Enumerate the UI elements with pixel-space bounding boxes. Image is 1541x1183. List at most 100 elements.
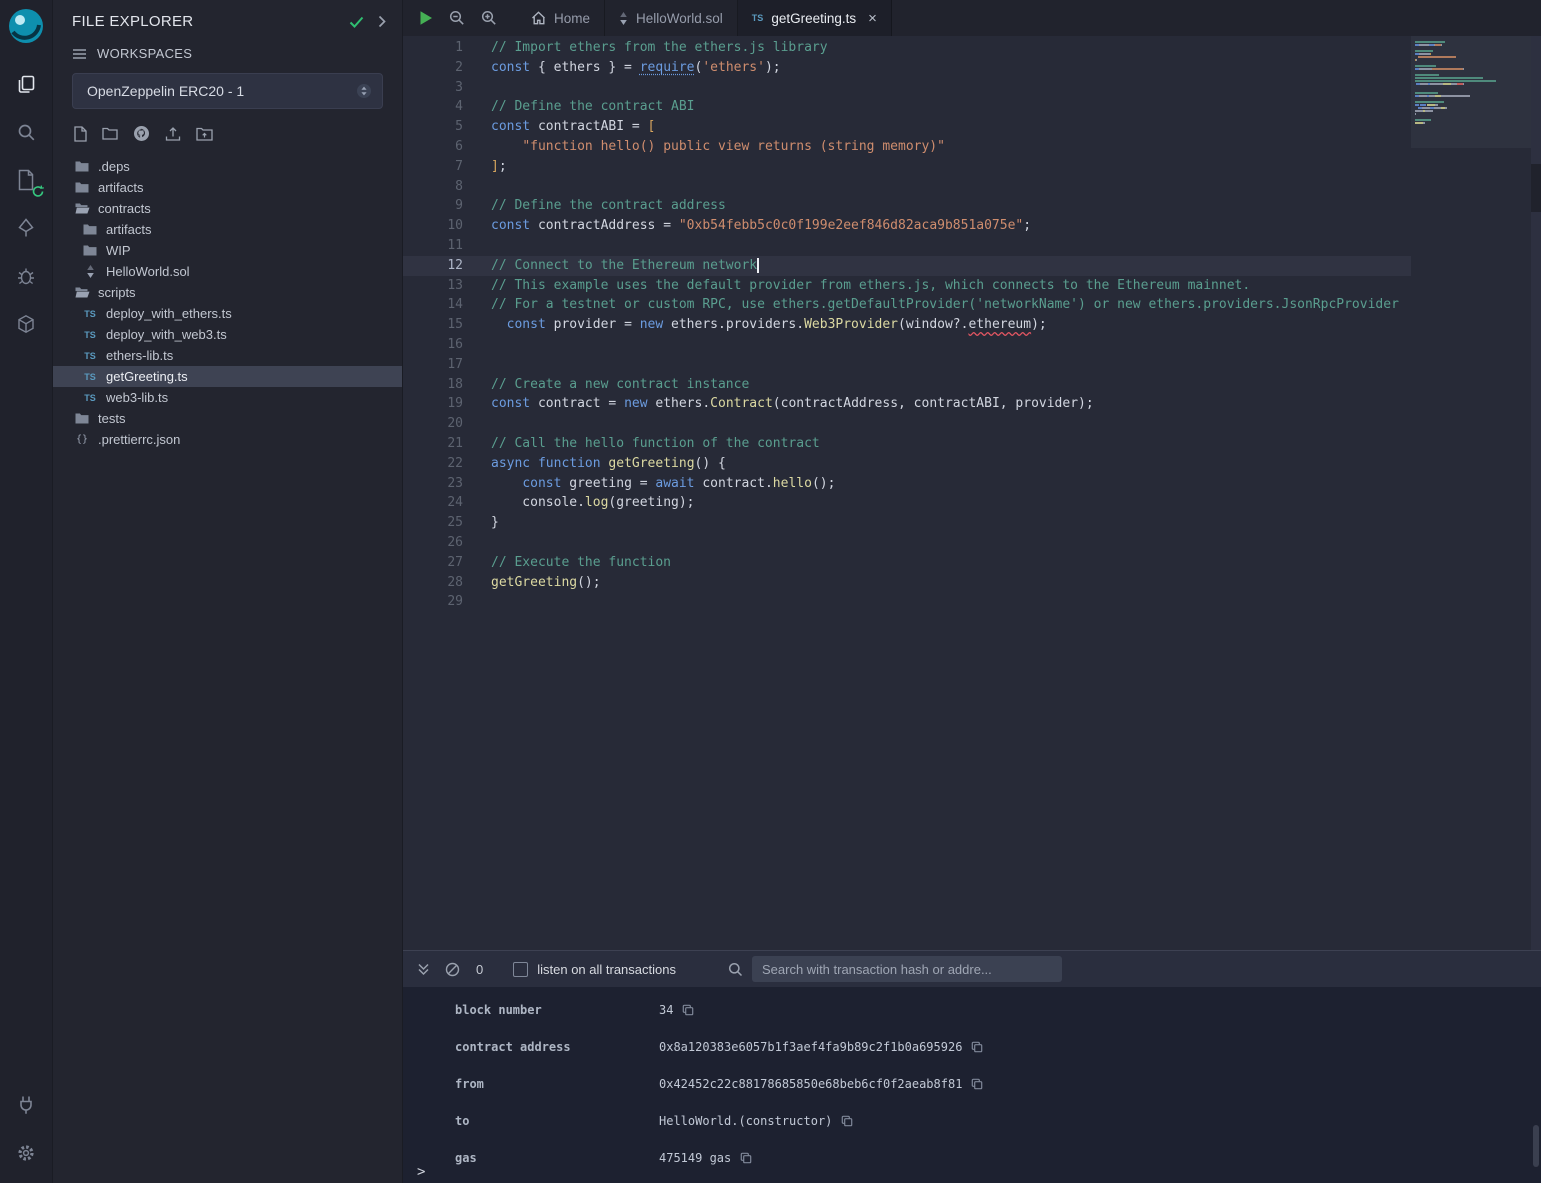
line-number[interactable]: 19	[403, 394, 463, 414]
github-clone-icon[interactable]	[133, 125, 150, 142]
file-item[interactable]: .deps	[53, 156, 402, 177]
code-line[interactable]: 1// Import ethers from the ethers.js lib…	[403, 38, 1541, 58]
line-number[interactable]: 3	[403, 78, 463, 98]
code-line[interactable]: 3	[403, 78, 1541, 98]
file-item[interactable]: TSgetGreeting.ts	[53, 366, 402, 387]
terminal-search-icon[interactable]	[728, 962, 743, 977]
line-number[interactable]: 28	[403, 573, 463, 593]
file-item[interactable]: WIP	[53, 240, 402, 261]
code-line[interactable]: 29	[403, 592, 1541, 612]
code-line[interactable]: 7];	[403, 157, 1541, 177]
terminal-scrollbar-thumb[interactable]	[1533, 1125, 1539, 1167]
line-number[interactable]: 21	[403, 434, 463, 454]
line-number[interactable]: 18	[403, 375, 463, 395]
code-line[interactable]: 6 "function hello() public view returns …	[403, 137, 1541, 157]
plugins-icon[interactable]	[0, 300, 53, 348]
tx-detail-row[interactable]: gas475149 gas	[403, 1139, 1541, 1176]
line-number[interactable]: 16	[403, 335, 463, 355]
line-number[interactable]: 13	[403, 276, 463, 296]
code-line[interactable]: 28getGreeting();	[403, 573, 1541, 593]
code-line[interactable]: 11	[403, 236, 1541, 256]
line-number[interactable]: 27	[403, 553, 463, 573]
hamburger-menu-icon[interactable]	[72, 48, 87, 60]
file-item[interactable]: TSdeploy_with_web3.ts	[53, 324, 402, 345]
line-number[interactable]: 2	[403, 58, 463, 78]
tx-detail-row[interactable]: contract address0x8a120383e6057b1f3aef4f…	[403, 1028, 1541, 1065]
line-number[interactable]: 25	[403, 513, 463, 533]
line-number[interactable]: 4	[403, 97, 463, 117]
editor-scrollbar[interactable]	[1531, 36, 1541, 950]
tab-HelloWorld.sol[interactable]: HelloWorld.sol	[605, 0, 738, 36]
file-item[interactable]: TSethers-lib.ts	[53, 345, 402, 366]
solidity-compiler-icon[interactable]	[0, 156, 53, 204]
file-item[interactable]: artifacts	[53, 219, 402, 240]
copy-icon[interactable]	[971, 1041, 983, 1053]
workspace-select[interactable]: OpenZeppelin ERC20 - 1	[72, 73, 383, 109]
terminal-output[interactable]: block number34contract address0x8a120383…	[403, 987, 1541, 1183]
code-line[interactable]: 12// Connect to the Ethereum network	[403, 256, 1541, 276]
file-item[interactable]: contracts	[53, 198, 402, 219]
code-line[interactable]: 20	[403, 414, 1541, 434]
code-line[interactable]: 19const contract = new ethers.Contract(c…	[403, 394, 1541, 414]
chevron-right-icon[interactable]	[378, 15, 386, 28]
line-number[interactable]: 20	[403, 414, 463, 434]
code-line[interactable]: 24 console.log(greeting);	[403, 493, 1541, 513]
line-number[interactable]: 22	[403, 454, 463, 474]
editor-scrollbar-thumb[interactable]	[1531, 164, 1541, 212]
accept-check-icon[interactable]	[349, 16, 364, 28]
file-item[interactable]: tests	[53, 408, 402, 429]
code-line[interactable]: 25}	[403, 513, 1541, 533]
line-number[interactable]: 29	[403, 592, 463, 612]
line-number[interactable]: 12	[403, 256, 463, 276]
code-line[interactable]: 27// Execute the function	[403, 553, 1541, 573]
new-file-icon[interactable]	[74, 126, 87, 142]
file-item[interactable]: scripts	[53, 282, 402, 303]
terminal-search-input[interactable]	[752, 956, 1062, 982]
file-item[interactable]: artifacts	[53, 177, 402, 198]
minimap[interactable]	[1411, 36, 1531, 950]
code-line[interactable]: 15 const provider = new ethers.providers…	[403, 315, 1541, 335]
line-number[interactable]: 6	[403, 137, 463, 157]
code-line[interactable]: 8	[403, 177, 1541, 197]
listen-all-transactions-checkbox[interactable]	[513, 962, 528, 977]
expand-terminal-icon[interactable]	[417, 963, 430, 976]
copy-icon[interactable]	[682, 1004, 694, 1016]
line-number[interactable]: 7	[403, 157, 463, 177]
run-script-icon[interactable]	[419, 10, 433, 26]
tab-Home[interactable]: Home	[517, 0, 605, 36]
code-line[interactable]: 17	[403, 355, 1541, 375]
copy-icon[interactable]	[740, 1152, 752, 1164]
deploy-run-icon[interactable]	[0, 204, 53, 252]
code-line[interactable]: 10const contractAddress = "0xb54febb5c0c…	[403, 216, 1541, 236]
tx-detail-row[interactable]: block number34	[403, 991, 1541, 1028]
zoom-out-icon[interactable]	[449, 10, 465, 26]
file-item[interactable]: {}.prettierrc.json	[53, 429, 402, 450]
line-number[interactable]: 15	[403, 315, 463, 335]
debugger-icon[interactable]	[0, 252, 53, 300]
close-icon[interactable]: ×	[868, 11, 877, 26]
code-line[interactable]: 16	[403, 335, 1541, 355]
remix-logo[interactable]	[6, 6, 46, 46]
copy-icon[interactable]	[841, 1115, 853, 1127]
line-number[interactable]: 17	[403, 355, 463, 375]
code-line[interactable]: 2const { ethers } = require('ethers');	[403, 58, 1541, 78]
file-item[interactable]: TSweb3-lib.ts	[53, 387, 402, 408]
tx-detail-row[interactable]: toHelloWorld.(constructor)	[403, 1102, 1541, 1139]
line-number[interactable]: 8	[403, 177, 463, 197]
code-line[interactable]: 13// This example uses the default provi…	[403, 276, 1541, 296]
line-number[interactable]: 9	[403, 196, 463, 216]
code-line[interactable]: 5const contractABI = [	[403, 117, 1541, 137]
line-number[interactable]: 24	[403, 493, 463, 513]
file-explorer-icon[interactable]	[0, 60, 53, 108]
settings-icon[interactable]	[0, 1129, 53, 1177]
code-line[interactable]: 4// Define the contract ABI	[403, 97, 1541, 117]
line-number[interactable]: 26	[403, 533, 463, 553]
line-number[interactable]: 10	[403, 216, 463, 236]
upload-file-icon[interactable]	[165, 126, 181, 142]
code-line[interactable]: 9// Define the contract address	[403, 196, 1541, 216]
tx-detail-row[interactable]: from0x42452c22c88178685850e68beb6cf0f2ae…	[403, 1065, 1541, 1102]
line-number[interactable]: 5	[403, 117, 463, 137]
code-line[interactable]: 21// Call the hello function of the cont…	[403, 434, 1541, 454]
line-number[interactable]: 14	[403, 295, 463, 315]
file-item[interactable]: TSdeploy_with_ethers.ts	[53, 303, 402, 324]
